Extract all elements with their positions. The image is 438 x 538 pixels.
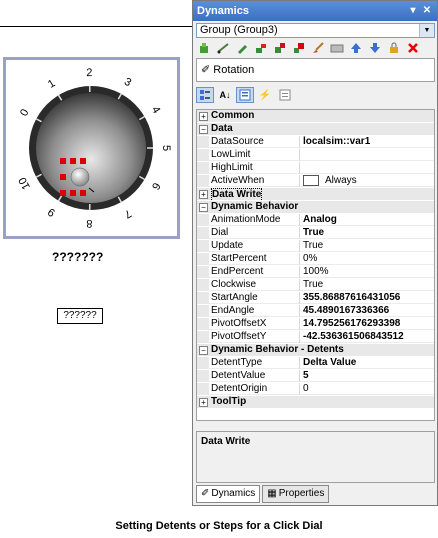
dial-number: 8 [86, 217, 92, 229]
prop-highlimit[interactable]: HighLimit [197, 162, 434, 174]
lock-icon[interactable] [386, 41, 402, 55]
brush-icon[interactable] [310, 41, 326, 55]
categorized-icon[interactable] [196, 87, 214, 103]
category-detents[interactable]: − Dynamic Behavior - Detents [197, 344, 434, 356]
dial-number: 2 [86, 67, 92, 79]
prop-activewhen[interactable]: ActiveWhen Always [197, 175, 434, 187]
animation-list: ✐ Rotation [196, 58, 435, 82]
dial-pointer-ball[interactable] [70, 167, 90, 187]
property-toolbar: A↓ ⚡ [196, 86, 294, 104]
properties-view-icon[interactable] [236, 87, 254, 103]
description-pane: Data Write [196, 431, 435, 483]
dial-graphic[interactable]: 0 1 2 3 4 5 6 7 8 9 10 [6, 60, 177, 236]
resize-icon[interactable] [272, 41, 288, 55]
group-selector-value: Group (Group3) [200, 24, 278, 36]
dynamics-icon: ✐ [201, 488, 210, 499]
collapse-icon[interactable]: − [199, 203, 208, 212]
connector-icon[interactable] [215, 41, 231, 55]
prop-pivotoffsety[interactable]: PivotOffsetY -42.536361506843512 [197, 331, 434, 343]
handle[interactable] [60, 158, 66, 164]
handle[interactable] [80, 190, 86, 196]
prop-update[interactable]: Update True [197, 240, 434, 252]
panel-tabs: ✐ Dynamics ▦ Properties [196, 485, 330, 503]
collapse-icon[interactable]: − [199, 125, 208, 134]
dial-number: 1 [46, 77, 58, 90]
dial-number: 9 [46, 205, 58, 218]
dial-knob[interactable] [36, 93, 146, 203]
prop-startangle[interactable]: StartAngle 355.86887616431056 [197, 292, 434, 304]
tab-dynamics[interactable]: ✐ Dynamics [196, 485, 261, 503]
dial-number: 10 [17, 175, 33, 191]
dial-number: 0 [18, 107, 31, 118]
dial-number: 4 [149, 104, 162, 115]
prop-startpercent[interactable]: StartPercent 0% [197, 253, 434, 265]
property-grid: + Common − Data DataSource localsim::var1 L… [196, 109, 435, 421]
prop-clockwise[interactable]: Clockwise True [197, 279, 434, 291]
prop-endpercent[interactable]: EndPercent 100% [197, 266, 434, 278]
prop-detentorigin[interactable]: DetentOrigin 0 [197, 383, 434, 395]
panel-title: Dynamics [197, 5, 249, 17]
animation-item-label: Rotation [213, 64, 255, 76]
delete-icon[interactable] [405, 41, 421, 55]
properties-icon: ▦ [267, 488, 277, 499]
category-data[interactable]: − Data [197, 123, 434, 135]
value-textbox[interactable]: ?????? [57, 308, 103, 324]
dynamics-panel: Dynamics ▾ ✕ Group (Group3) ▼ ✐ Rotation… [192, 0, 438, 506]
expand-icon[interactable]: + [199, 190, 208, 199]
add-animation-icon[interactable] [196, 41, 212, 55]
dial-caption-label: ??????? [52, 250, 104, 264]
prop-pivotoffsetx[interactable]: PivotOffsetX 14.795256176293398 [197, 318, 434, 330]
alphabetical-icon[interactable]: A↓ [216, 87, 234, 103]
events-icon[interactable]: ⚡ [256, 87, 274, 103]
handle[interactable] [60, 174, 66, 180]
figure-caption: Setting Detents or Steps for a Click Dia… [115, 520, 323, 532]
pen-icon[interactable] [234, 41, 250, 55]
red-square-icon[interactable] [291, 41, 307, 55]
category-common[interactable]: + Common [197, 110, 434, 122]
dial-frame[interactable]: 0 1 2 3 4 5 6 7 8 9 10 [3, 57, 180, 239]
collapse-icon[interactable]: − [199, 346, 208, 355]
move-down-icon[interactable] [367, 41, 383, 55]
prop-animationmode[interactable]: AnimationMode Analog [197, 214, 434, 226]
handle[interactable] [70, 158, 76, 164]
prop-detenttype[interactable]: DetentType Delta Value [197, 357, 434, 369]
category-dynamic-behavior[interactable]: − Dynamic Behavior [197, 201, 434, 213]
expand-icon[interactable]: + [199, 112, 208, 121]
close-icon[interactable]: ✕ [421, 4, 433, 17]
panel-titlebar: Dynamics ▾ ✕ [193, 1, 437, 21]
prop-dial[interactable]: Dial True [197, 227, 434, 239]
handle[interactable] [80, 158, 86, 164]
prop-datasource[interactable]: DataSource localsim::var1 [197, 136, 434, 148]
animation-item-rotation[interactable]: ✐ Rotation [201, 63, 254, 76]
property-pages-icon[interactable] [276, 87, 294, 103]
dial-number: 7 [122, 207, 133, 220]
category-datawrite[interactable]: + Data Write [197, 188, 434, 202]
rotation-icon: ✐ [201, 64, 211, 76]
align-icon[interactable] [253, 41, 269, 55]
group-selector[interactable]: Group (Group3) ▼ [196, 23, 435, 38]
dial-number: 5 [160, 145, 172, 151]
pin-icon[interactable]: ▾ [407, 4, 419, 17]
chevron-down-icon[interactable]: ▼ [419, 24, 434, 37]
top-divider-line [0, 26, 192, 27]
prop-endangle[interactable]: EndAngle 45.4890167336366 [197, 305, 434, 317]
activewhen-swatch [303, 175, 319, 186]
dial-number: 6 [149, 180, 162, 191]
category-tooltip[interactable]: + ToolTip [197, 396, 434, 408]
tab-properties[interactable]: ▦ Properties [262, 485, 330, 503]
move-up-icon[interactable] [348, 41, 364, 55]
handle[interactable] [60, 190, 66, 196]
handle[interactable] [70, 190, 76, 196]
prop-lowlimit[interactable]: LowLimit [197, 149, 434, 161]
description-title: Data Write [201, 436, 251, 447]
expand-icon[interactable]: + [199, 398, 208, 407]
keyboard-icon[interactable] [329, 41, 345, 55]
dial-number: 3 [122, 76, 133, 89]
animation-toolbar [196, 41, 421, 57]
prop-detentvalue[interactable]: DetentValue 5 [197, 370, 434, 382]
